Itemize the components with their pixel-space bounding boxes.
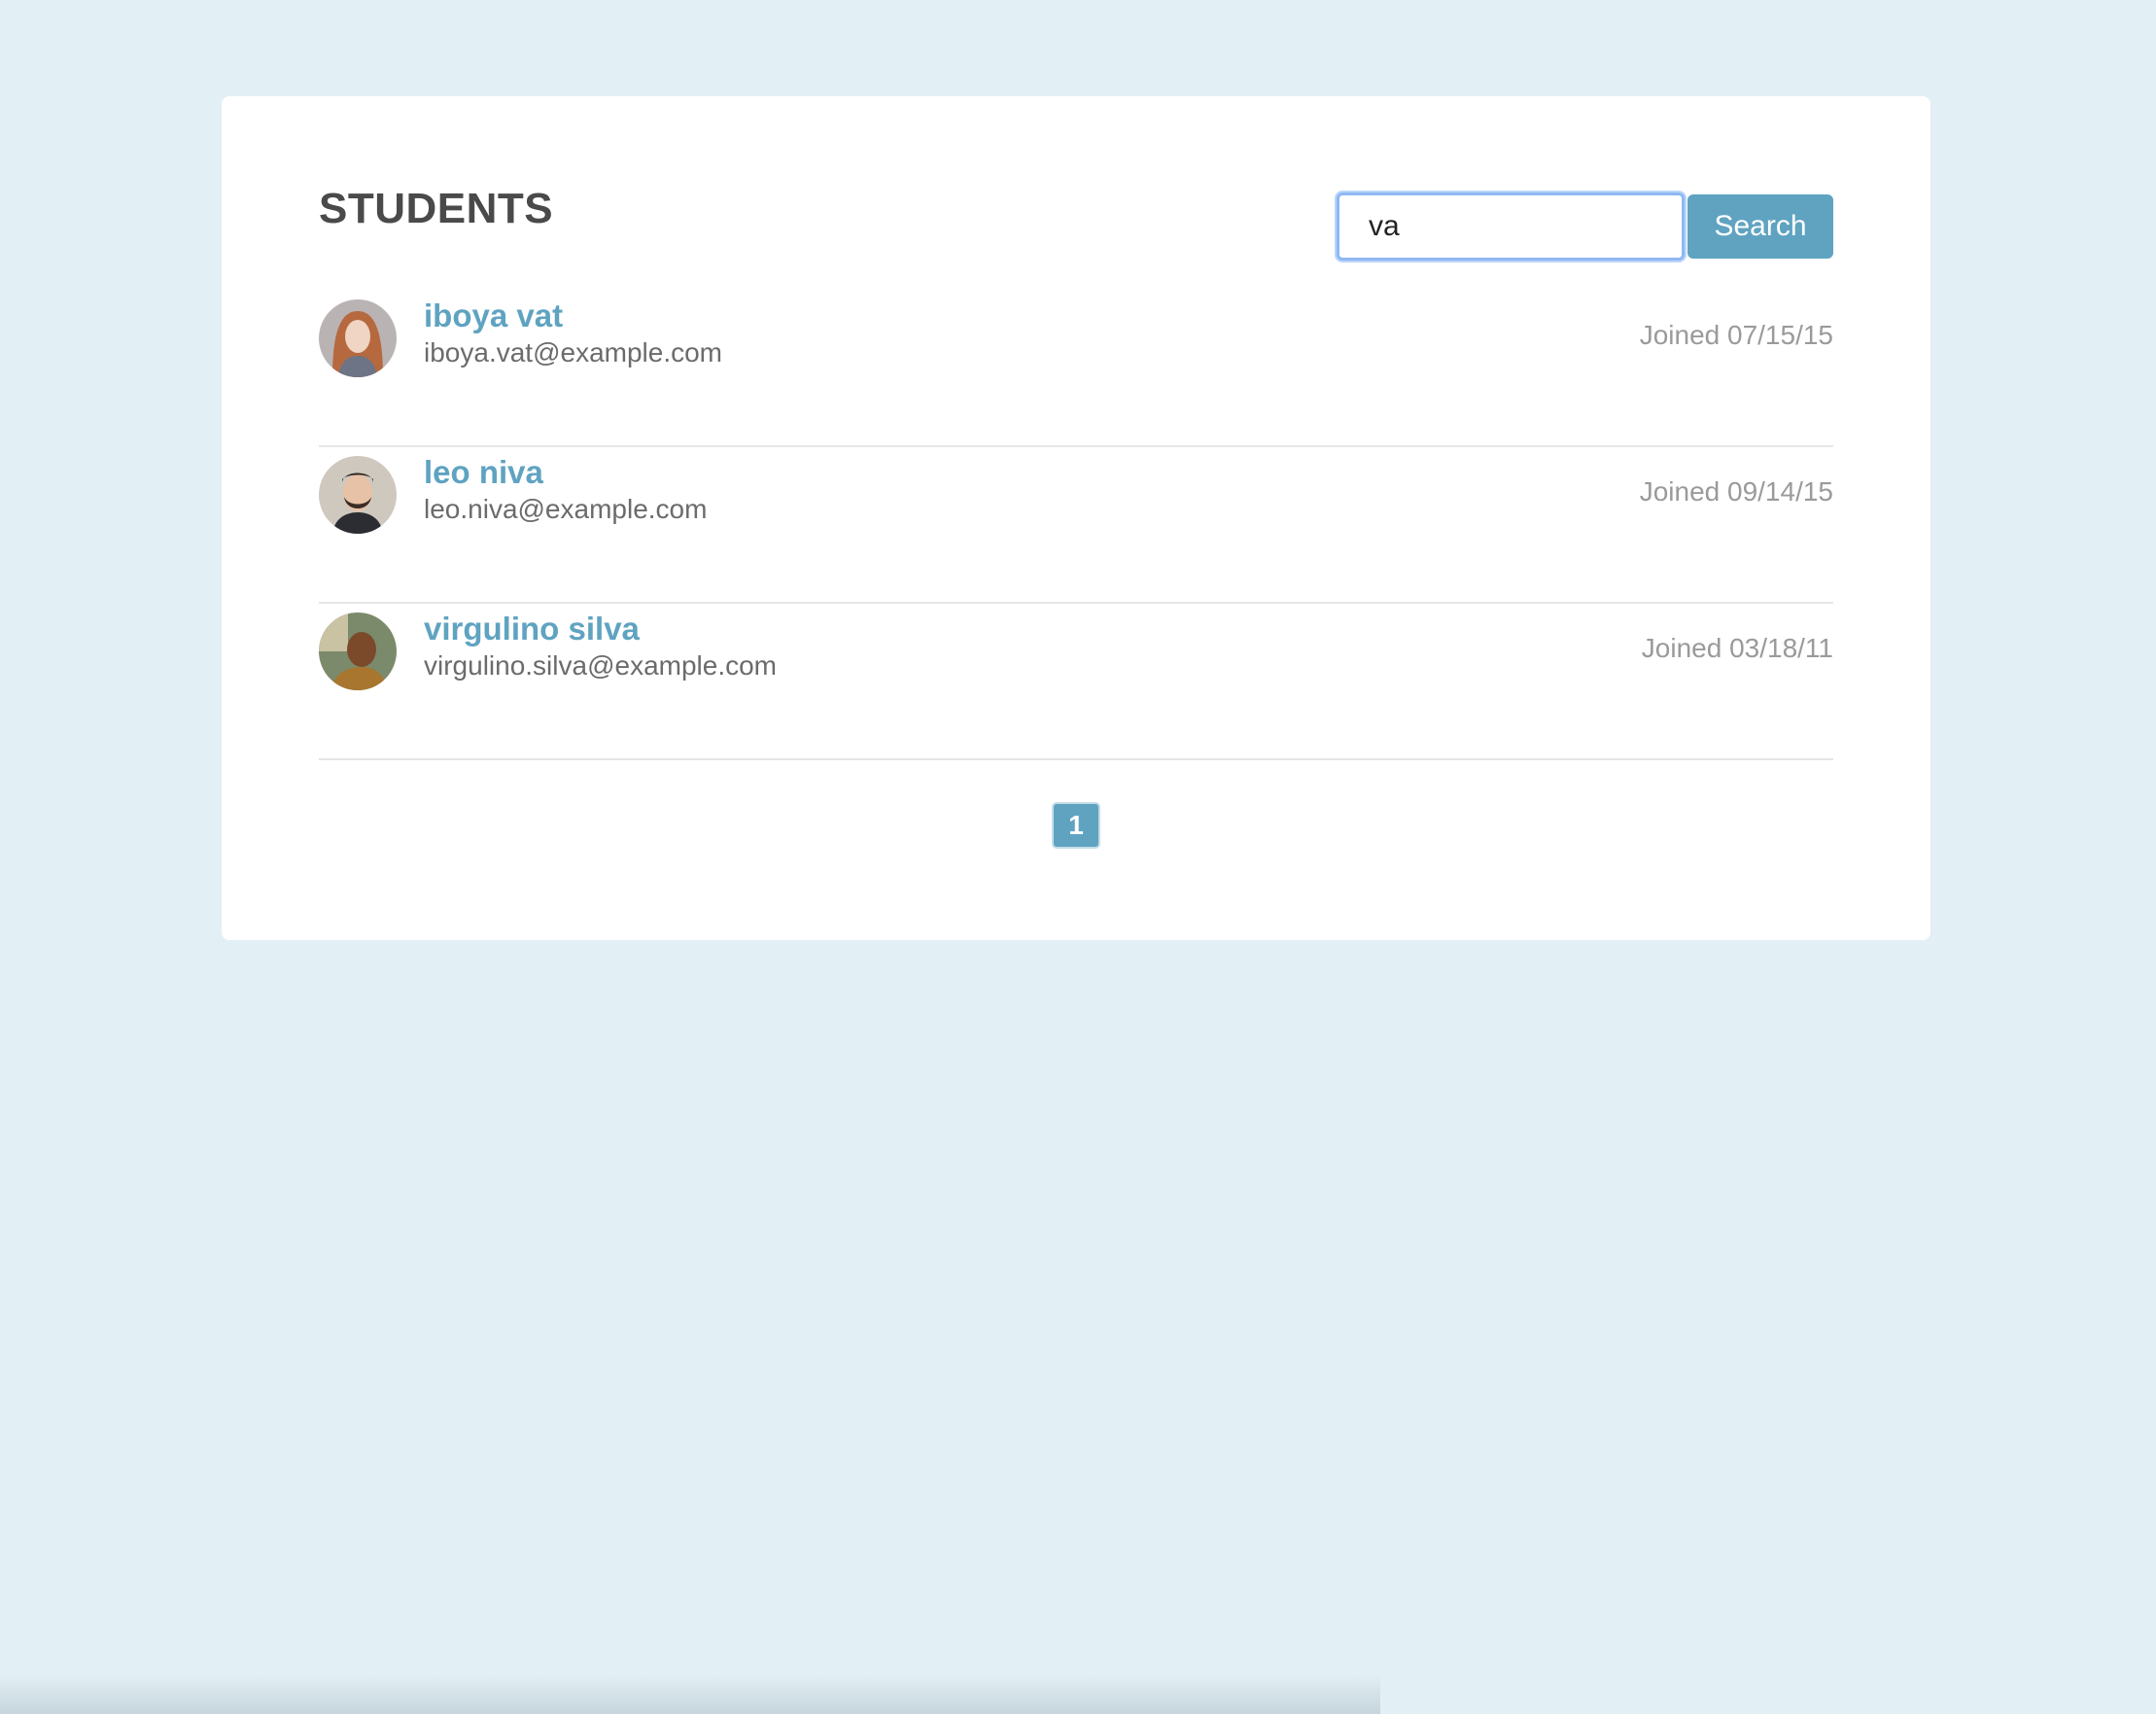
students-header: STUDENTS Search xyxy=(319,96,1833,291)
student-row: virgulino silva virgulino.silva@example.… xyxy=(319,604,1833,760)
avatar-man-icon xyxy=(319,456,397,534)
student-row: iboya vat iboya.vat@example.com Joined 0… xyxy=(319,291,1833,447)
student-info: iboya vat iboya.vat@example.com xyxy=(424,297,722,370)
bottom-shadow xyxy=(0,1675,1380,1714)
student-name-link[interactable]: virgulino silva xyxy=(424,610,777,648)
student-row: leo niva leo.niva@example.com Joined 09/… xyxy=(319,447,1833,604)
student-joined-date: Joined 09/14/15 xyxy=(1639,476,1833,507)
student-email: leo.niva@example.com xyxy=(424,494,708,524)
page-title: STUDENTS xyxy=(319,185,554,232)
avatar-woman-icon xyxy=(319,299,397,377)
student-list: iboya vat iboya.vat@example.com Joined 0… xyxy=(319,291,1833,760)
search-input[interactable] xyxy=(1337,192,1685,261)
students-card: STUDENTS Search iboya vat iboya.vat@exam… xyxy=(222,96,1930,940)
search-button[interactable]: Search xyxy=(1687,194,1833,259)
student-joined-date: Joined 03/18/11 xyxy=(1641,633,1833,663)
search-form: Search xyxy=(1337,192,1833,261)
student-name-link[interactable]: leo niva xyxy=(424,453,707,492)
pagination: 1 xyxy=(222,802,1930,849)
student-email: virgulino.silva@example.com xyxy=(424,650,778,681)
page-button-1[interactable]: 1 xyxy=(1052,802,1100,849)
student-info: leo niva leo.niva@example.com xyxy=(424,453,707,527)
student-name-link[interactable]: iboya vat xyxy=(424,297,722,335)
student-email: iboya.vat@example.com xyxy=(424,337,723,367)
student-joined-date: Joined 07/15/15 xyxy=(1639,320,1833,350)
avatar-man-icon xyxy=(319,612,397,690)
student-info: virgulino silva virgulino.silva@example.… xyxy=(424,610,777,683)
